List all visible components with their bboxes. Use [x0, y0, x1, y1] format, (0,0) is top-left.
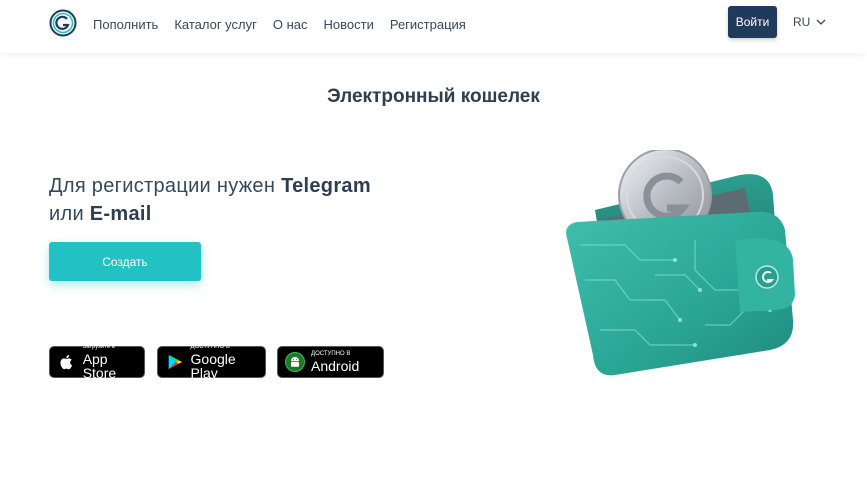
badge-big-text: Google Play	[190, 351, 236, 381]
nav-item-topup[interactable]: Пополнить	[93, 17, 158, 32]
badge-small-text: ДОСТУПНО В	[311, 351, 351, 357]
registration-text: Для регистрации нужен Telegram или E-mai…	[49, 172, 371, 228]
chevron-down-icon	[816, 19, 826, 25]
nav-item-about[interactable]: О нас	[273, 17, 308, 32]
reg-email: E-mail	[89, 203, 152, 225]
google-play-badge[interactable]: ДОСТУПНО В Google Play	[157, 344, 266, 381]
language-selector[interactable]: RU	[793, 15, 826, 29]
badge-small-text: Загрузите в	[82, 344, 116, 350]
android-icon	[285, 352, 305, 372]
apple-icon	[57, 352, 77, 372]
app-store-badge[interactable]: Загрузите в App Store	[49, 344, 145, 381]
google-play-icon	[165, 352, 185, 372]
wallet-illustration	[555, 148, 800, 380]
language-label: RU	[793, 15, 811, 29]
main-nav: Пополнить Каталог услуг О нас Новости Ре…	[93, 17, 482, 32]
reg-telegram: Telegram	[281, 175, 371, 197]
nav-item-catalog[interactable]: Каталог услуг	[174, 17, 257, 32]
badge-big-text: Android	[311, 358, 360, 374]
badge-big-text: App Store	[82, 351, 117, 381]
nav-item-register[interactable]: Регистрация	[390, 17, 466, 32]
badge-small-text: ДОСТУПНО В	[190, 344, 230, 350]
login-button[interactable]: Войти	[728, 6, 777, 38]
android-badge[interactable]: ДОСТУПНО В Android	[277, 346, 384, 378]
header: Пополнить Каталог услуг О нас Новости Ре…	[0, 0, 867, 53]
logo-icon[interactable]	[49, 9, 77, 37]
reg-or: или	[49, 203, 90, 225]
nav-item-news[interactable]: Новости	[324, 17, 374, 32]
reg-prefix: Для регистрации нужен	[49, 175, 282, 197]
page-title: Электронный кошелек	[327, 86, 540, 107]
create-button[interactable]: Создать	[49, 242, 201, 281]
